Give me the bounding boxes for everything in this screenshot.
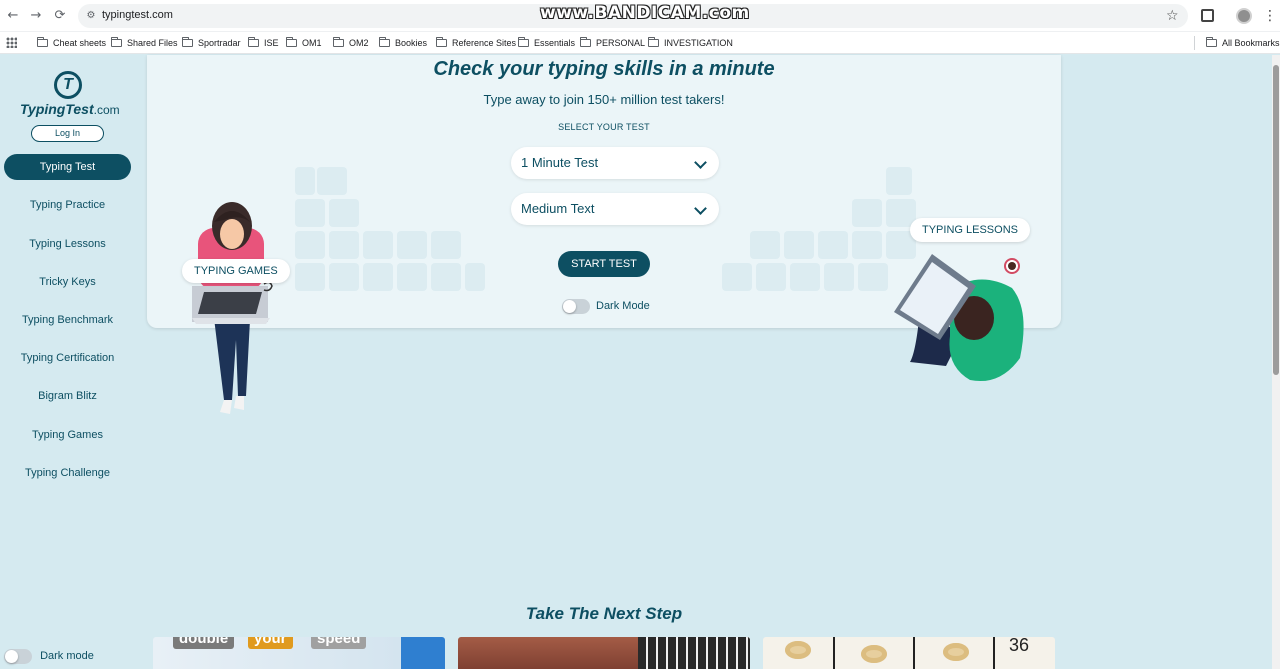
folder-icon (1206, 37, 1217, 47)
folder-icon (111, 37, 122, 47)
bookmark-folder[interactable]: OM1 (286, 36, 322, 50)
page-subtitle: Type away to join 150+ million test take… (483, 92, 725, 107)
girl-with-laptop-illustration (192, 202, 273, 414)
dark-mode-label: Dark Mode (596, 300, 650, 312)
test-duration-select[interactable]: 1 Minute Test (511, 147, 719, 179)
folder-icon (436, 37, 447, 47)
folder-icon (518, 37, 529, 47)
typingtest-logo-icon[interactable]: T (54, 71, 82, 99)
logo-name: TypingTest (20, 101, 94, 117)
chevron-down-icon (694, 202, 707, 215)
site-info-icon[interactable]: ⚙ (84, 9, 98, 23)
login-button[interactable]: Log In (31, 125, 104, 142)
sidebar-item-typing-lessons[interactable]: Typing Lessons (4, 231, 131, 257)
sidebar-item-typing-practice[interactable]: Typing Practice (4, 192, 131, 218)
keyboard-image (638, 637, 750, 669)
grid-line (993, 637, 995, 669)
bookmarks-separator (1194, 36, 1195, 50)
sidebar-item-typing-certification[interactable]: Typing Certification (4, 345, 131, 371)
browser-menu-icon[interactable]: ⋮ (1263, 8, 1277, 24)
sidebar-item-typing-test[interactable]: Typing Test (4, 154, 131, 180)
test-duration-value: 1 Minute Test (521, 155, 599, 170)
page-scrollbar[interactable] (1272, 55, 1280, 669)
all-bookmarks[interactable]: All Bookmarks (1206, 36, 1280, 50)
sidebar-dark-mode: Dark mode (4, 647, 94, 665)
card-word: speed (311, 637, 367, 649)
bookmark-star-icon[interactable]: ☆ (1166, 8, 1179, 24)
bookmark-folder[interactable]: INVESTIGATION (648, 36, 733, 50)
folder-icon (379, 37, 390, 47)
next-step-card-keyboard[interactable] (458, 637, 750, 669)
section-title: Take The Next Step (525, 604, 683, 623)
start-test-button[interactable]: START TEST (558, 251, 650, 277)
grid-line (913, 637, 915, 669)
recording-watermark: www.BANDICAM.com (540, 3, 750, 23)
dark-mode-toggle[interactable] (562, 298, 590, 314)
text-difficulty-value: Medium Text (521, 201, 595, 216)
folder-icon (182, 37, 193, 47)
grid-line (833, 637, 835, 669)
boy-with-laptop-illustration (894, 254, 1024, 382)
forward-icon[interactable]: → (28, 8, 44, 24)
url-text[interactable]: typingtest.com (102, 9, 173, 21)
keyboard-pattern-left (295, 167, 485, 307)
next-step-card-bingo[interactable]: 36 (763, 637, 1055, 669)
sidebar-item-typing-games[interactable]: Typing Games (4, 422, 131, 448)
typing-games-link[interactable]: TYPING GAMES (182, 259, 290, 283)
bingo-number: 36 (1009, 637, 1030, 655)
profile-avatar[interactable] (1236, 8, 1252, 24)
folder-icon (37, 37, 48, 47)
chevron-down-icon (694, 156, 707, 169)
browser-toolbar: ← → ⟳ ⚙ typingtest.com www.BANDICAM.com … (0, 0, 1280, 32)
text-difficulty-select[interactable]: Medium Text (511, 193, 719, 225)
typing-lessons-link[interactable]: TYPING LESSONS (910, 218, 1030, 242)
bookmark-folder[interactable]: OM2 (333, 36, 369, 50)
back-icon[interactable]: ← (5, 8, 21, 24)
hero-dark-mode: Dark Mode (562, 298, 650, 314)
folder-icon (248, 37, 259, 47)
bookmark-folder[interactable]: PERSONAL (580, 36, 645, 50)
donut-image (943, 643, 969, 661)
extensions-icon[interactable] (1201, 9, 1214, 22)
logo-suffix: .com (93, 103, 120, 117)
dark-mode-label: Dark mode (40, 650, 94, 662)
card-word: double (173, 637, 235, 649)
bookmarks-bar: Cheat sheets Shared Files Sportradar ISE… (0, 32, 1280, 54)
apps-grid-icon[interactable] (6, 37, 17, 48)
folder-icon (286, 37, 297, 47)
card-word: your (248, 637, 293, 649)
sidebar-item-typing-challenge[interactable]: Typing Challenge (4, 460, 131, 486)
select-test-label: SELECT YOUR TEST (558, 122, 650, 132)
bookmark-folder[interactable]: Shared Files (111, 36, 178, 50)
dark-mode-toggle[interactable] (4, 648, 32, 664)
sidebar-item-tricky-keys[interactable]: Tricky Keys (4, 269, 131, 295)
sidebar-item-bigram-blitz[interactable]: Bigram Blitz (4, 383, 131, 409)
bookmark-folder[interactable]: Cheat sheets (37, 36, 106, 50)
next-step-card-speed[interactable]: double your speed (153, 637, 445, 669)
sidebar: T TypingTest.com Log In Typing Test Typi… (0, 55, 140, 669)
sidebar-item-typing-benchmark[interactable]: Typing Benchmark (4, 307, 131, 333)
site-logo[interactable]: TypingTest.com (20, 101, 120, 117)
folder-icon (333, 37, 344, 47)
folder-icon (648, 37, 659, 47)
donut-image (861, 645, 887, 663)
bookmark-folder[interactable]: ISE (248, 36, 279, 50)
page-title: Check your typing skills in a minute (433, 58, 775, 80)
folder-icon (580, 37, 591, 47)
bookmark-folder[interactable]: Reference Sites (436, 36, 516, 50)
bookmark-folder[interactable]: Essentials (518, 36, 575, 50)
donut-image (785, 641, 811, 659)
bookmark-folder[interactable]: Sportradar (182, 36, 241, 50)
scrollbar-thumb[interactable] (1273, 65, 1279, 375)
bookmark-folder[interactable]: Bookies (379, 36, 427, 50)
reload-icon[interactable]: ⟳ (52, 8, 68, 24)
